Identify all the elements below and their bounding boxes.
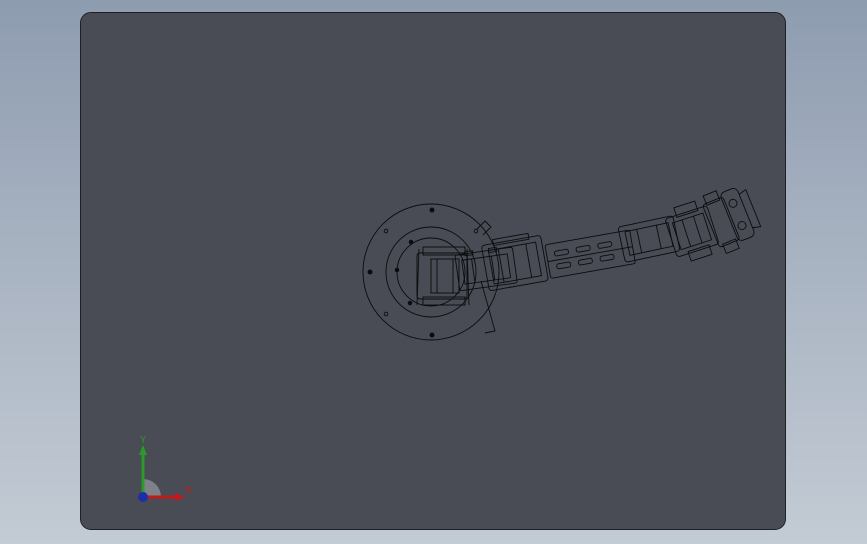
graphics-viewport[interactable]: Y X <box>80 12 786 530</box>
x-axis-label: X <box>185 485 192 496</box>
gripper <box>702 188 762 255</box>
elbow-servo <box>617 215 681 263</box>
upper-arm-link <box>544 229 636 279</box>
axis-triad: Y X <box>138 435 192 502</box>
shoulder-bracket <box>454 246 518 292</box>
z-axis-dot <box>138 492 148 502</box>
y-axis-label: Y <box>139 435 147 446</box>
